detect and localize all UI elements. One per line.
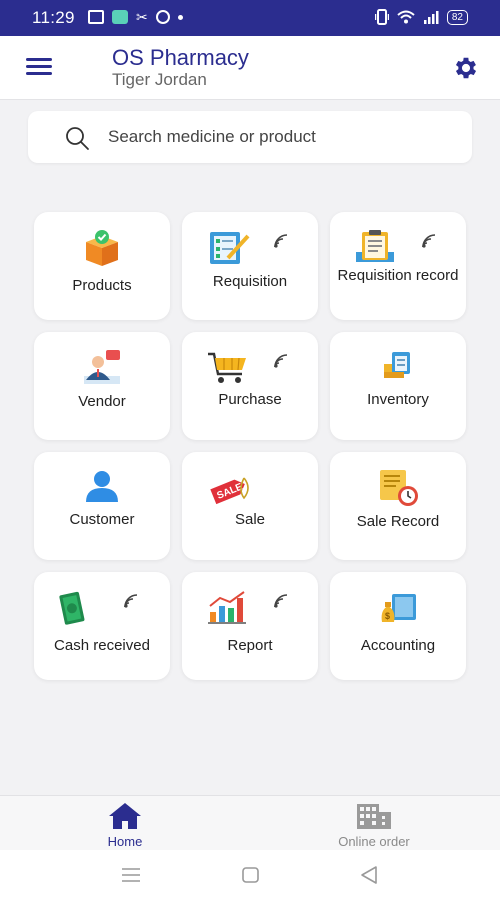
app-notification-icon — [112, 10, 128, 24]
signal-icon — [423, 11, 439, 24]
online-feature-icon — [124, 594, 138, 608]
tile-sale-record[interactable]: Sale Record — [330, 452, 466, 560]
tile-label: Cash received — [54, 637, 150, 654]
tile-customer[interactable]: Customer — [34, 452, 170, 560]
battery-icon: 82 — [446, 9, 468, 25]
system-home-icon[interactable] — [240, 865, 262, 885]
online-feature-icon — [274, 354, 288, 368]
tile-products[interactable]: Products — [34, 212, 170, 320]
system-status-icons: 82 — [374, 9, 468, 25]
online-feature-icon — [274, 234, 288, 248]
tile-requisition[interactable]: Requisition — [182, 212, 318, 320]
menu-grid: Products Requisition Requisition record … — [34, 212, 466, 680]
tile-requisition-record[interactable]: Requisition record — [330, 212, 466, 320]
checklist-icon — [208, 228, 252, 268]
nav-home-label: Home — [107, 834, 143, 849]
person-icon — [80, 468, 124, 508]
search-icon — [66, 127, 89, 150]
building-icon — [357, 804, 391, 829]
tile-label: Vendor — [78, 393, 126, 410]
wifi-icon — [397, 10, 415, 24]
tile-vendor[interactable]: Vendor — [34, 332, 170, 440]
back-icon[interactable] — [358, 865, 380, 885]
nav-home[interactable]: Home — [65, 802, 185, 849]
tile-label: Inventory — [367, 391, 429, 408]
inventory-icon — [376, 348, 420, 388]
bottom-navigation: Home Online order — [0, 795, 500, 850]
panda-notification-icon — [155, 10, 170, 24]
status-time: 11:29 — [32, 8, 75, 27]
tile-accounting[interactable]: $ Accounting — [330, 572, 466, 680]
tile-sale[interactable]: SALE Sale — [182, 452, 318, 560]
accounting-icon: $ — [376, 588, 420, 628]
online-feature-icon — [274, 594, 288, 608]
box-icon — [80, 228, 124, 268]
nav-online-order[interactable]: Online order — [314, 802, 434, 849]
app-bar: OS Pharmacy Tiger Jordan — [0, 36, 500, 100]
gear-icon[interactable] — [452, 54, 480, 82]
system-navigation-bar — [0, 850, 500, 900]
tile-label: Sale Record — [356, 513, 440, 530]
notification-icons: ✂ — [88, 10, 183, 24]
search-input[interactable] — [108, 119, 448, 155]
tile-label: Purchase — [218, 391, 282, 408]
status-bar: 11:29 ✂ 82 — [0, 0, 500, 36]
tile-purchase[interactable]: Purchase — [182, 332, 318, 440]
vibrate-icon — [374, 9, 389, 25]
bar-chart-icon — [206, 588, 250, 628]
tile-inventory[interactable]: Inventory — [330, 332, 466, 440]
missed-call-icon: ✂ — [136, 9, 148, 25]
sale-tag-icon: SALE — [208, 468, 252, 508]
receipt-clock-icon — [376, 468, 420, 508]
tile-label: Report — [227, 637, 273, 654]
cart-icon — [206, 348, 250, 388]
user-name: Tiger Jordan — [112, 70, 207, 89]
tile-label: Customer — [69, 511, 135, 528]
svg-text:$: $ — [385, 611, 390, 621]
document-notification-icon — [88, 10, 104, 24]
more-notifications-dot-icon — [177, 14, 183, 20]
tile-cash-received[interactable]: Cash received — [34, 572, 170, 680]
hamburger-menu-icon[interactable] — [26, 58, 52, 78]
tile-report[interactable]: Report — [182, 572, 318, 680]
online-feature-icon — [422, 234, 436, 248]
recent-apps-icon[interactable] — [120, 865, 142, 885]
tile-label: Sale — [234, 511, 266, 528]
vendor-icon — [80, 348, 124, 388]
tile-label: Requisition — [212, 273, 288, 290]
clipboard-icon — [356, 228, 400, 268]
tile-label: Requisition record — [337, 267, 459, 284]
home-icon — [109, 803, 141, 829]
tile-label: Accounting — [360, 637, 436, 654]
tile-label: Products — [72, 277, 132, 294]
nav-online-order-label: Online order — [338, 834, 410, 849]
search-bar[interactable] — [28, 111, 472, 163]
app-title: OS Pharmacy — [112, 45, 249, 70]
cash-icon — [56, 588, 100, 628]
